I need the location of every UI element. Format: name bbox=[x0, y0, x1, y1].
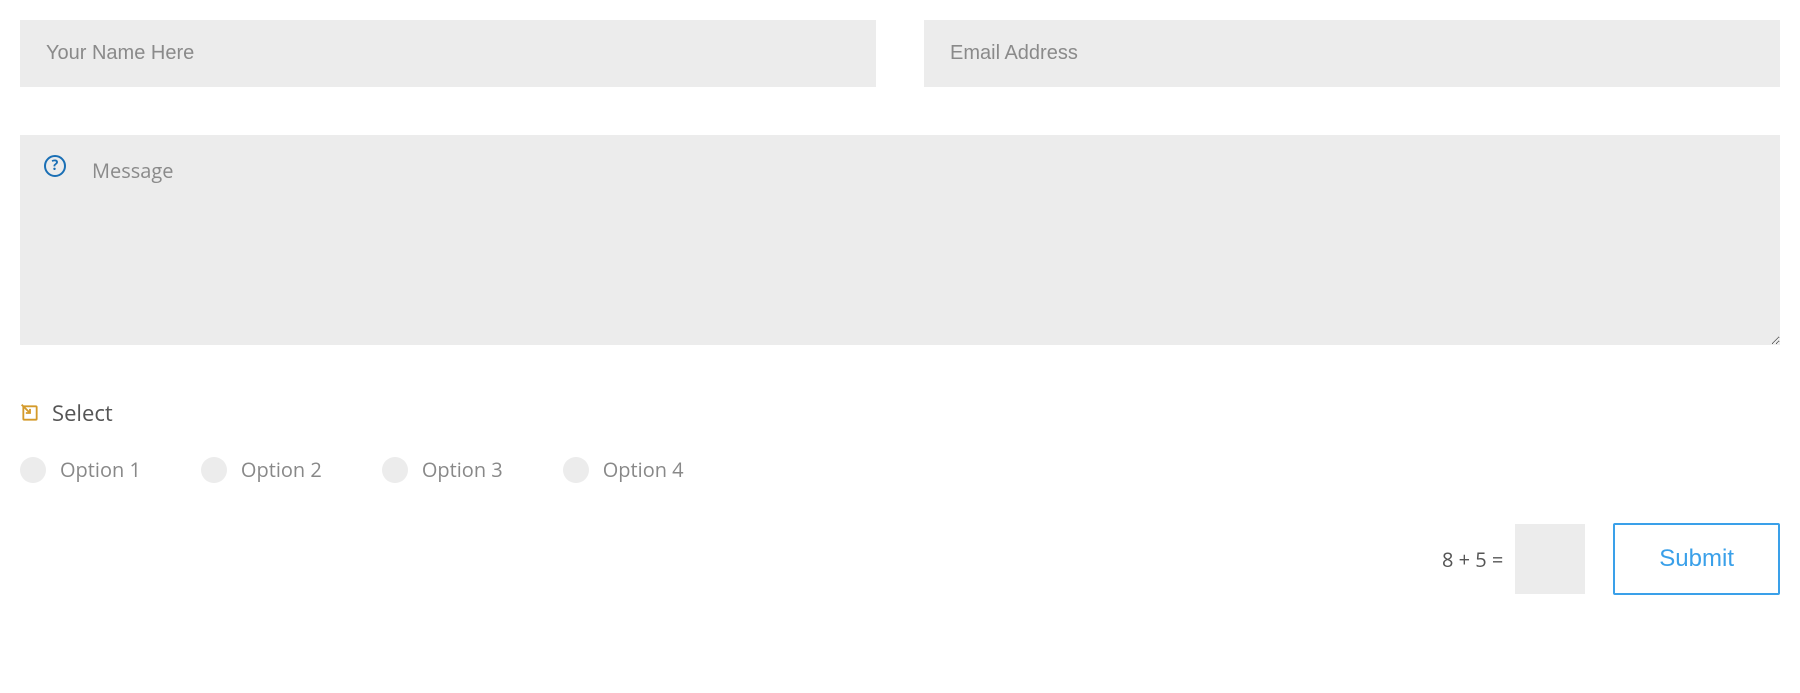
message-wrap: ? bbox=[20, 135, 1780, 350]
radio-option-3[interactable]: Option 3 bbox=[382, 456, 503, 483]
contact-form: ? Select Option 1 Option 2 bbox=[20, 20, 1780, 595]
radio-label: Option 4 bbox=[603, 456, 684, 483]
captcha-group: 8 + 5 = bbox=[1442, 524, 1585, 594]
radio-label: Option 1 bbox=[60, 456, 141, 483]
radio-group: Option 1 Option 2 Option 3 Option 4 bbox=[20, 456, 1780, 483]
name-email-row bbox=[20, 20, 1780, 87]
message-textarea[interactable] bbox=[20, 135, 1780, 345]
radio-circle-icon bbox=[382, 457, 408, 483]
radio-option-1[interactable]: Option 1 bbox=[20, 456, 141, 483]
radio-label: Option 3 bbox=[422, 456, 503, 483]
name-col bbox=[20, 20, 876, 87]
radio-option-4[interactable]: Option 4 bbox=[563, 456, 684, 483]
radio-circle-icon bbox=[201, 457, 227, 483]
select-icon bbox=[20, 403, 40, 423]
help-icon[interactable]: ? bbox=[44, 155, 66, 177]
captcha-question: 8 + 5 = bbox=[1442, 546, 1503, 573]
radio-label: Option 2 bbox=[241, 456, 322, 483]
email-input[interactable] bbox=[924, 20, 1780, 87]
submit-button[interactable]: Submit bbox=[1613, 523, 1780, 595]
radio-circle-icon bbox=[563, 457, 589, 483]
radio-circle-icon bbox=[20, 457, 46, 483]
radio-option-2[interactable]: Option 2 bbox=[201, 456, 322, 483]
select-header: Select bbox=[20, 398, 1780, 428]
name-input[interactable] bbox=[20, 20, 876, 87]
email-col bbox=[924, 20, 1780, 87]
captcha-input[interactable] bbox=[1515, 524, 1585, 594]
footer-row: 8 + 5 = Submit bbox=[20, 523, 1780, 595]
select-label: Select bbox=[52, 398, 113, 428]
select-section: Select Option 1 Option 2 Option 3 Option… bbox=[20, 398, 1780, 483]
